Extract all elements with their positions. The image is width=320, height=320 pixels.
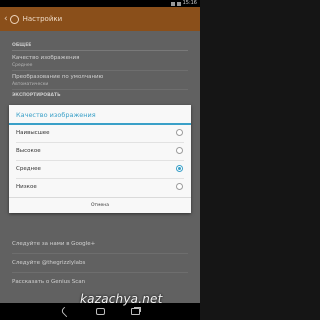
- app-logo-icon[interactable]: [9, 14, 19, 24]
- option-label: Высокое: [16, 148, 41, 154]
- option-low[interactable]: Низкое: [9, 179, 191, 196]
- option-label: Низкое: [16, 184, 37, 190]
- dialog-title: Качество изображения: [16, 111, 96, 119]
- nav-home-icon[interactable]: [95, 308, 105, 315]
- nav-back-icon[interactable]: [59, 306, 71, 317]
- wifi-icon: [170, 1, 175, 6]
- option-highest[interactable]: Наивысшее: [9, 125, 191, 142]
- option-label: Наивысшее: [16, 130, 50, 136]
- option-label: Среднее: [16, 166, 41, 172]
- option-high[interactable]: Высокое: [9, 143, 191, 160]
- battery-icon: [176, 1, 181, 6]
- watermark: kazachya.net: [80, 292, 163, 306]
- page-title: Настройки: [22, 15, 63, 23]
- image-quality-dialog: Качество изображения Наивысшее Высокое С…: [9, 105, 191, 213]
- status-bar: 15:16: [0, 0, 200, 7]
- action-bar: ‹ Настройки: [0, 7, 200, 31]
- radio-button-icon[interactable]: [176, 147, 183, 154]
- cancel-button[interactable]: Отмена: [9, 198, 191, 213]
- status-time: 15:16: [182, 0, 197, 6]
- radio-button-icon[interactable]: [176, 183, 183, 190]
- back-arrow-icon[interactable]: ‹: [4, 7, 8, 31]
- option-medium[interactable]: Среднее: [9, 161, 191, 178]
- radio-button-icon[interactable]: [176, 129, 183, 136]
- radio-button-checked-icon[interactable]: [176, 165, 183, 172]
- nav-recent-apps-icon[interactable]: [130, 308, 140, 315]
